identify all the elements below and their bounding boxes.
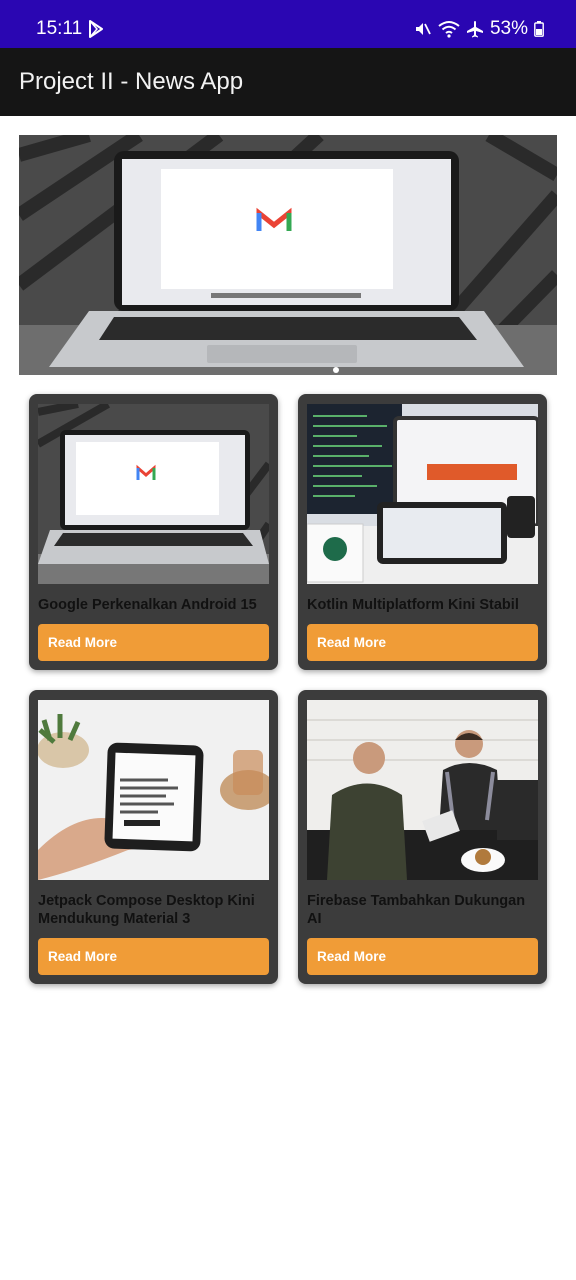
status-time: 15:11 [36, 18, 83, 39]
read-more-button[interactable]: Read More [38, 938, 269, 975]
wifi-icon [438, 20, 460, 38]
status-icons: 53% [414, 18, 544, 40]
battery-icon [534, 21, 544, 37]
news-card[interactable]: Jetpack Compose Desktop Kini Mendukung M… [29, 690, 278, 984]
app-title: Project II - News App [19, 68, 244, 95]
mute-icon [414, 20, 432, 38]
news-card[interactable]: Kotlin Multiplatform Kini Stabil Read Mo… [298, 394, 547, 670]
battery-level: 53% [489, 18, 528, 39]
status-bar: 15:11 53% [0, 0, 576, 48]
article-title: Firebase Tambahkan Dukungan AI [307, 893, 526, 927]
article-image-cafe [307, 700, 538, 880]
article-title: Kotlin Multiplatform Kini Stabil [307, 597, 519, 613]
banner-carousel[interactable] [19, 135, 557, 375]
read-more-button[interactable]: Read More [307, 624, 538, 661]
article-title: Jetpack Compose Desktop Kini Mendukung M… [38, 893, 255, 927]
banner-image [19, 135, 557, 375]
article-image-phone [38, 700, 269, 880]
play-store-icon [88, 20, 104, 43]
news-card[interactable]: Google Perkenalkan Android 15 Read More [29, 394, 278, 670]
app-bar: Project II - News App [0, 48, 576, 116]
article-image-laptop [38, 404, 269, 584]
airplane-icon [466, 20, 484, 38]
carousel-indicator [333, 367, 339, 373]
news-card[interactable]: Firebase Tambahkan Dukungan AI Read More [298, 690, 547, 984]
article-title: Google Perkenalkan Android 15 [38, 597, 257, 613]
read-more-button[interactable]: Read More [307, 938, 538, 975]
article-image-devices [307, 404, 538, 584]
read-more-button[interactable]: Read More [38, 624, 269, 661]
